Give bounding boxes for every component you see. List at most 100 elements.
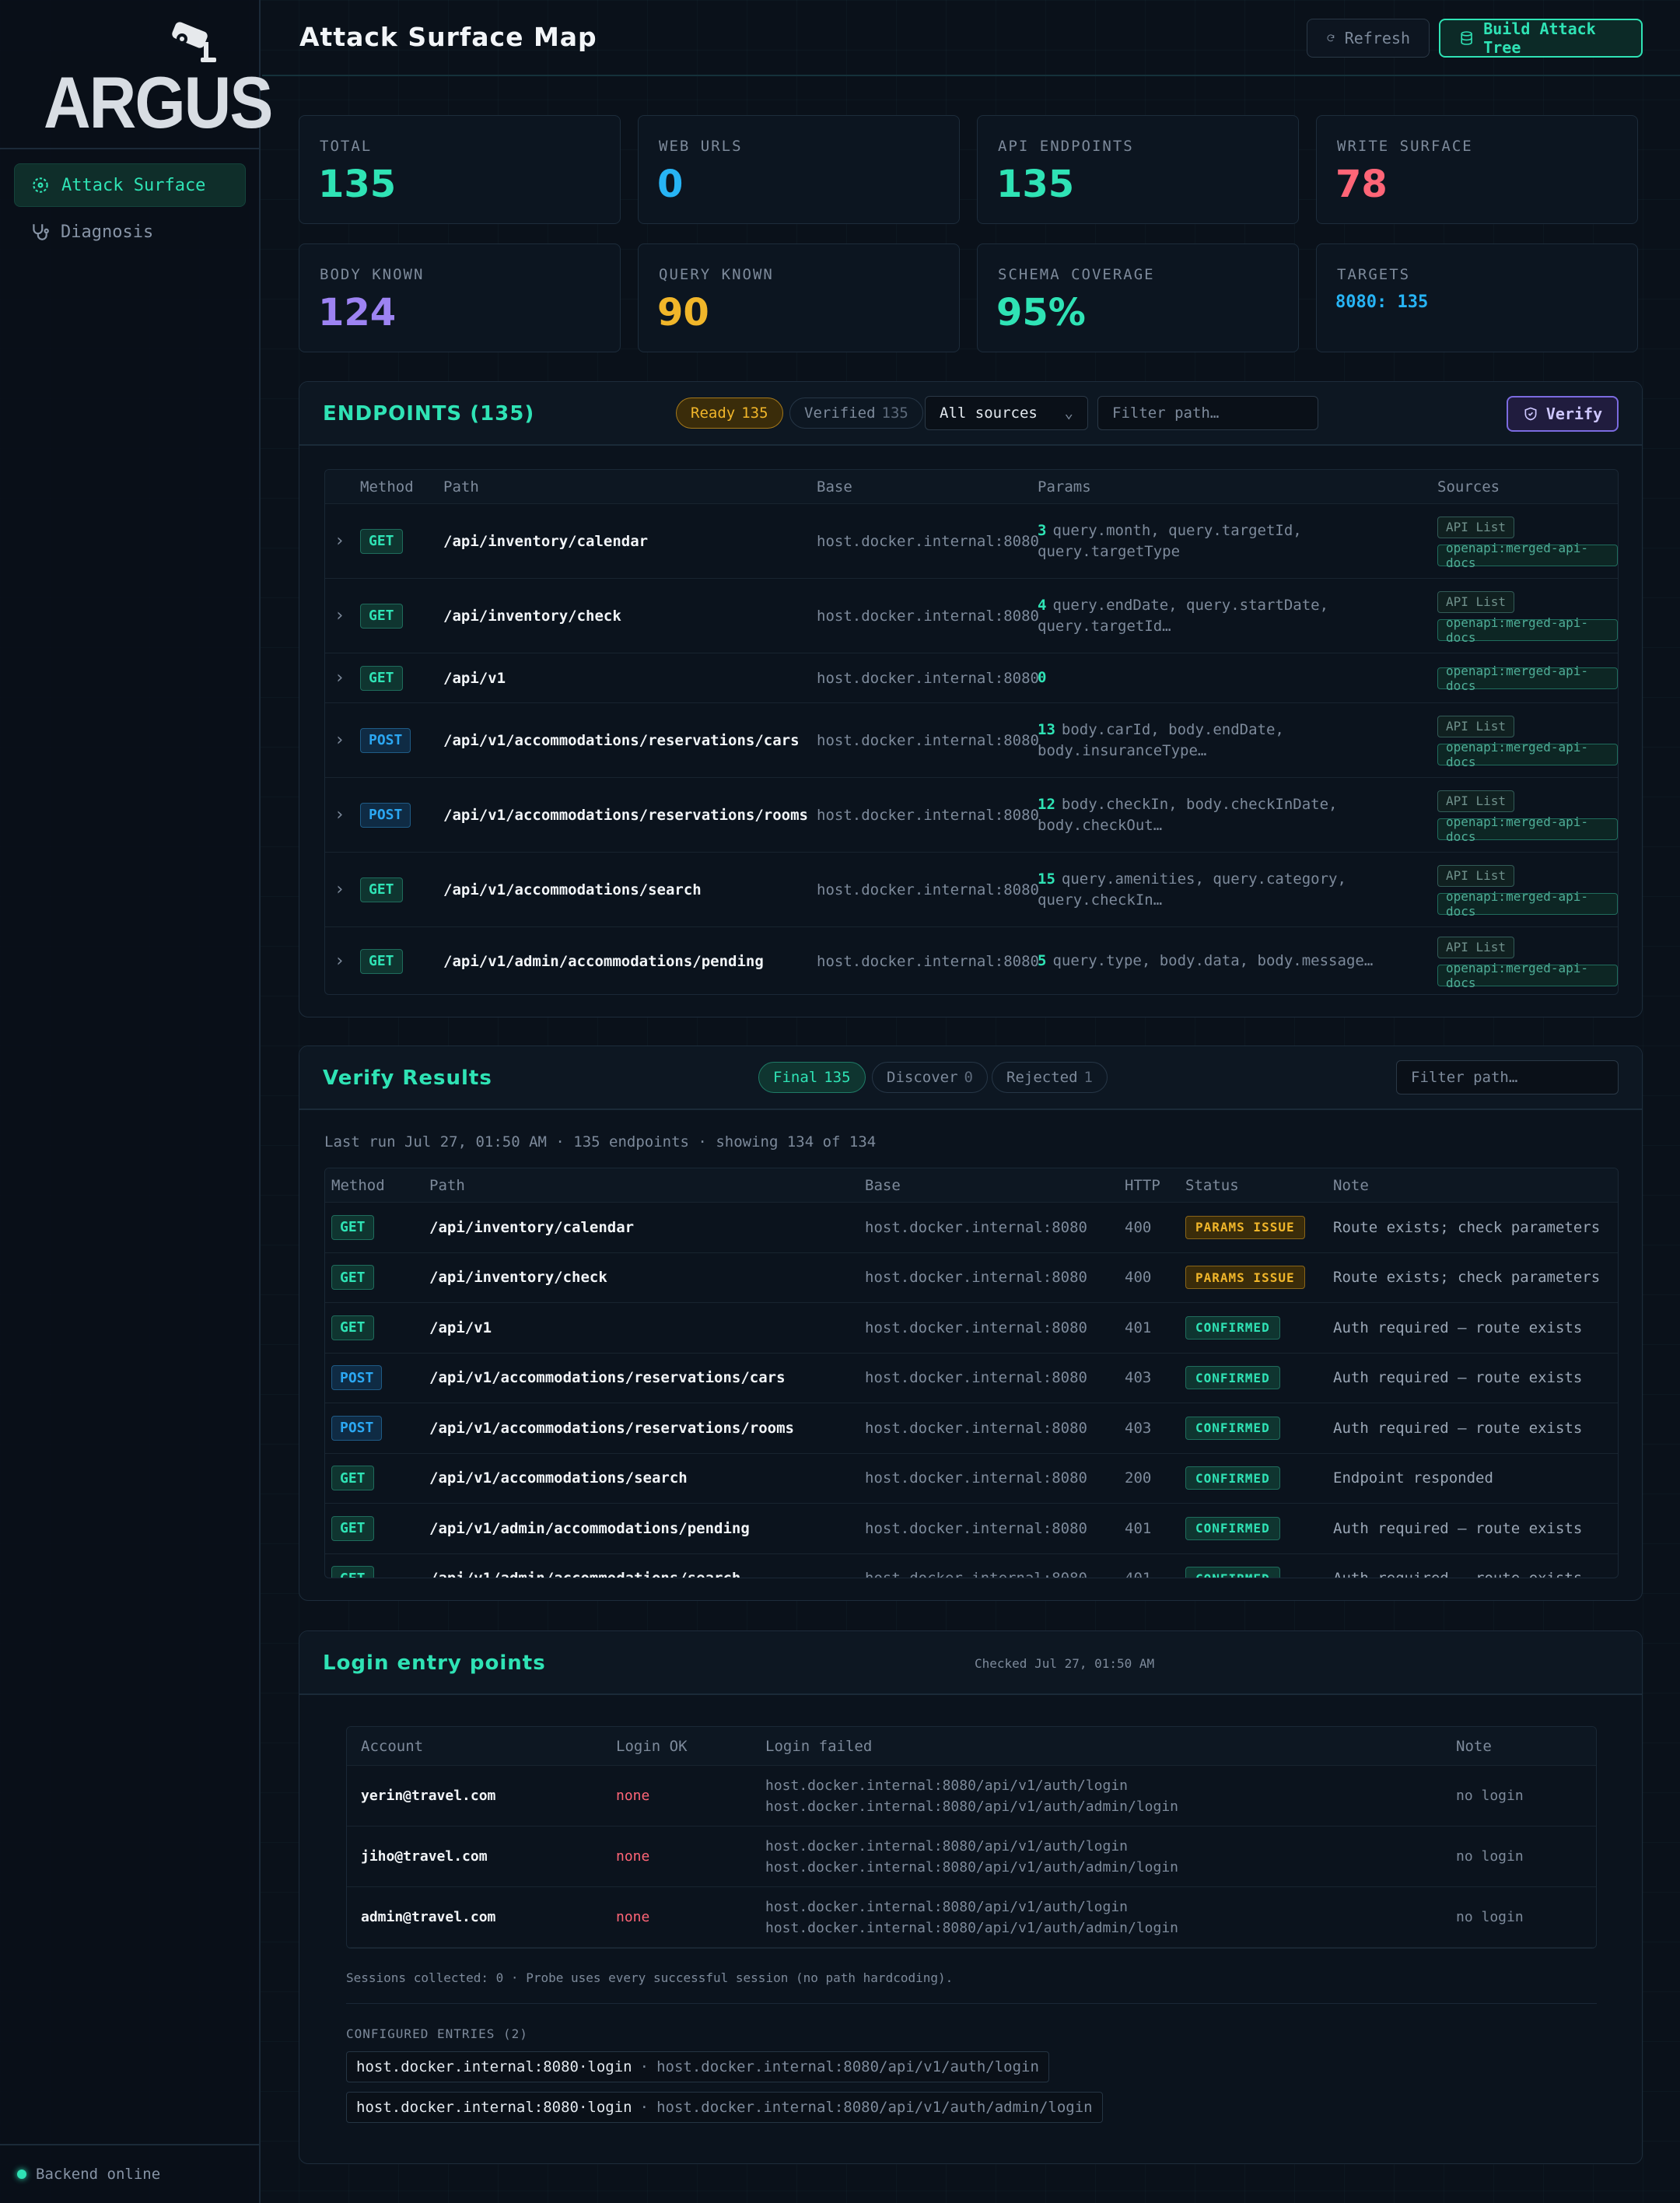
stat-card: BODY KNOWN 124: [299, 243, 621, 352]
discover-label: Discover: [887, 1069, 958, 1086]
method-cell: GET: [331, 1203, 374, 1252]
verified-filter-pill[interactable]: Verified 135: [789, 398, 923, 429]
endpoint-path[interactable]: /api/v1/admin/accommodations/search: [429, 1554, 740, 1578]
result-note: Auth required — route exists: [1333, 1319, 1583, 1336]
endpoint-base: host.docker.internal:8080: [817, 952, 1039, 970]
sources-cell: API List openapi:merged-api-docs: [1437, 927, 1618, 994]
status-badge: CONFIRMED: [1185, 1567, 1280, 1578]
result-note: Auth required — route exists: [1333, 1519, 1583, 1537]
stat-label: WEB URLS: [659, 138, 743, 155]
final-label: Final: [773, 1069, 818, 1086]
failed-url: host.docker.internal:8080/api/v1/auth/ad…: [765, 1919, 1179, 1936]
divider: [346, 2003, 1597, 2004]
column-header: Sources: [1437, 478, 1500, 496]
endpoints-filter-input[interactable]: Filter path…: [1097, 396, 1318, 430]
endpoint-path[interactable]: /api/inventory/check: [443, 579, 621, 653]
chevron-right-icon[interactable]: ›: [334, 504, 345, 578]
endpoint-path[interactable]: /api/inventory/check: [429, 1253, 607, 1303]
endpoint-path[interactable]: /api/v1: [429, 1303, 492, 1353]
table-row[interactable]: › GET/api/inventory/calendar host.docker.i…: [325, 504, 1618, 579]
param-count: 0: [1038, 669, 1047, 686]
table-row[interactable]: › GET/api/v1/accommodations/search host.do…: [325, 853, 1618, 927]
verify-button[interactable]: Verify: [1507, 396, 1619, 432]
rejected-filter-pill[interactable]: Rejected 1: [992, 1062, 1108, 1093]
stat-label: WRITE SURFACE: [1337, 138, 1473, 155]
verify-filter-input[interactable]: Filter path…: [1396, 1060, 1619, 1094]
table-header-row: Method Path Base HTTP Status Note: [325, 1168, 1618, 1203]
source-tag: openapi:merged-api-docs: [1437, 814, 1618, 844]
table-row[interactable]: GET/api/v1 host.docker.internal:8080 401 CO…: [325, 1303, 1618, 1354]
table-row[interactable]: › POST/api/v1/accommodations/reservations…: [325, 703, 1618, 778]
column-header: Note: [1456, 1737, 1492, 1755]
table-row[interactable]: GET/api/v1/accommodations/search host.doc…: [325, 1454, 1618, 1504]
column-header: Params: [1038, 478, 1091, 496]
table-row[interactable]: GET/api/inventory/check host.docker.inter…: [325, 1253, 1618, 1303]
endpoint-path[interactable]: /api/v1/accommodations/reservations/room…: [429, 1403, 794, 1453]
endpoint-path[interactable]: /api/v1/admin/accommodations/pending: [429, 1504, 750, 1553]
stat-value: 78: [1335, 163, 1388, 206]
http-code: 403: [1125, 1369, 1152, 1387]
sidebar-item-diagnosis[interactable]: Diagnosis: [14, 210, 246, 254]
endpoint-base: host.docker.internal:8080: [865, 1419, 1087, 1437]
column-header: Path: [443, 478, 479, 496]
method-badge: GET: [331, 1214, 374, 1240]
chevron-right-icon[interactable]: ›: [334, 853, 345, 926]
ready-filter-pill[interactable]: Ready 135: [676, 398, 783, 429]
chevron-right-icon[interactable]: ›: [334, 703, 345, 777]
login-entry-points-panel: Login entry points Checked Jul 27, 01:50…: [299, 1630, 1643, 2164]
endpoint-path[interactable]: /api/inventory/calendar: [443, 504, 648, 578]
endpoint-path[interactable]: /api/v1/accommodations/search: [429, 1454, 688, 1504]
endpoint-base: host.docker.internal:8080: [817, 806, 1039, 824]
endpoint-path[interactable]: /api/v1: [443, 653, 506, 702]
column-header: Method: [360, 478, 414, 496]
table-row[interactable]: › POST/api/v1/accommodations/reservations…: [325, 778, 1618, 853]
source-tag: openapi:merged-api-docs: [1437, 541, 1618, 570]
column-header: Note: [1333, 1176, 1369, 1194]
endpoint-path[interactable]: /api/inventory/calendar: [429, 1203, 634, 1252]
refresh-button[interactable]: Refresh: [1307, 19, 1430, 58]
chevron-right-icon[interactable]: ›: [334, 579, 345, 653]
failed-url: host.docker.internal:8080/api/v1/auth/lo…: [765, 1898, 1128, 1915]
method-badge: POST: [331, 1365, 383, 1391]
endpoint-path[interactable]: /api/v1/accommodations/reservations/cars: [429, 1354, 786, 1403]
sources-cell: API List openapi:merged-api-docs: [1437, 853, 1618, 926]
status-cell: PARAMS ISSUE: [1185, 1203, 1305, 1252]
table-row[interactable]: POST/api/v1/accommodations/reservations/…: [325, 1403, 1618, 1454]
table-row[interactable]: › GET/api/inventory/check host.docker.inte…: [325, 579, 1618, 653]
stat-value: 124: [318, 291, 397, 334]
chevron-right-icon[interactable]: ›: [334, 927, 345, 994]
param-list-cont: query.checkIn…: [1038, 891, 1163, 909]
table-row[interactable]: › GET/api/v1 host.docker.internal:8080 0 ope…: [325, 653, 1618, 703]
method-cell: POST: [331, 1403, 383, 1453]
page-title: Attack Surface Map: [299, 22, 597, 52]
build-attack-tree-button[interactable]: Build Attack Tree: [1439, 19, 1643, 58]
sources-select[interactable]: All sources ⌄: [925, 396, 1088, 430]
discover-filter-pill[interactable]: Discover 0: [872, 1062, 988, 1093]
endpoint-path[interactable]: /api/v1/accommodations/reservations/room…: [443, 778, 808, 852]
table-row[interactable]: › GET/api/v1/admin/accommodations/pending…: [325, 927, 1618, 994]
http-code: 401: [1125, 1319, 1152, 1336]
method-cell: GET: [331, 1303, 374, 1353]
shield-icon: [1524, 407, 1537, 421]
result-note: Route exists; check parameters: [1333, 1269, 1601, 1287]
verify-results-panel: Verify Results Final 135 Discover 0 Reje…: [299, 1045, 1643, 1601]
sources-select-value: All sources: [940, 405, 1038, 422]
stat-card: TOTAL 135: [299, 115, 621, 224]
final-filter-pill[interactable]: Final 135: [758, 1062, 866, 1093]
sidebar-item-attack-surface[interactable]: Attack Surface: [14, 163, 246, 207]
endpoint-base: host.docker.internal:8080: [817, 669, 1039, 687]
sources-cell: openapi:merged-api-docs: [1437, 653, 1618, 702]
table-row[interactable]: POST/api/v1/accommodations/reservations/…: [325, 1354, 1618, 1403]
http-code: 403: [1125, 1419, 1152, 1437]
params-line: 3 query.month, query.targetId,: [1038, 520, 1302, 541]
chevron-right-icon[interactable]: ›: [334, 778, 345, 852]
endpoint-path[interactable]: /api/v1/admin/accommodations/pending: [443, 927, 764, 994]
endpoint-path[interactable]: /api/v1/accommodations/reservations/cars: [443, 703, 800, 777]
table-row[interactable]: GET/api/v1/admin/accommodations/search ho…: [325, 1554, 1618, 1578]
endpoint-path[interactable]: /api/v1/accommodations/search: [443, 853, 702, 926]
table-row[interactable]: GET/api/inventory/calendar host.docker.in…: [325, 1203, 1618, 1253]
account: admin@travel.com: [361, 1909, 496, 1925]
chevron-right-icon[interactable]: ›: [334, 653, 345, 702]
status-badge: PARAMS ISSUE: [1185, 1215, 1305, 1239]
table-row[interactable]: GET/api/v1/admin/accommodations/pending h…: [325, 1504, 1618, 1554]
